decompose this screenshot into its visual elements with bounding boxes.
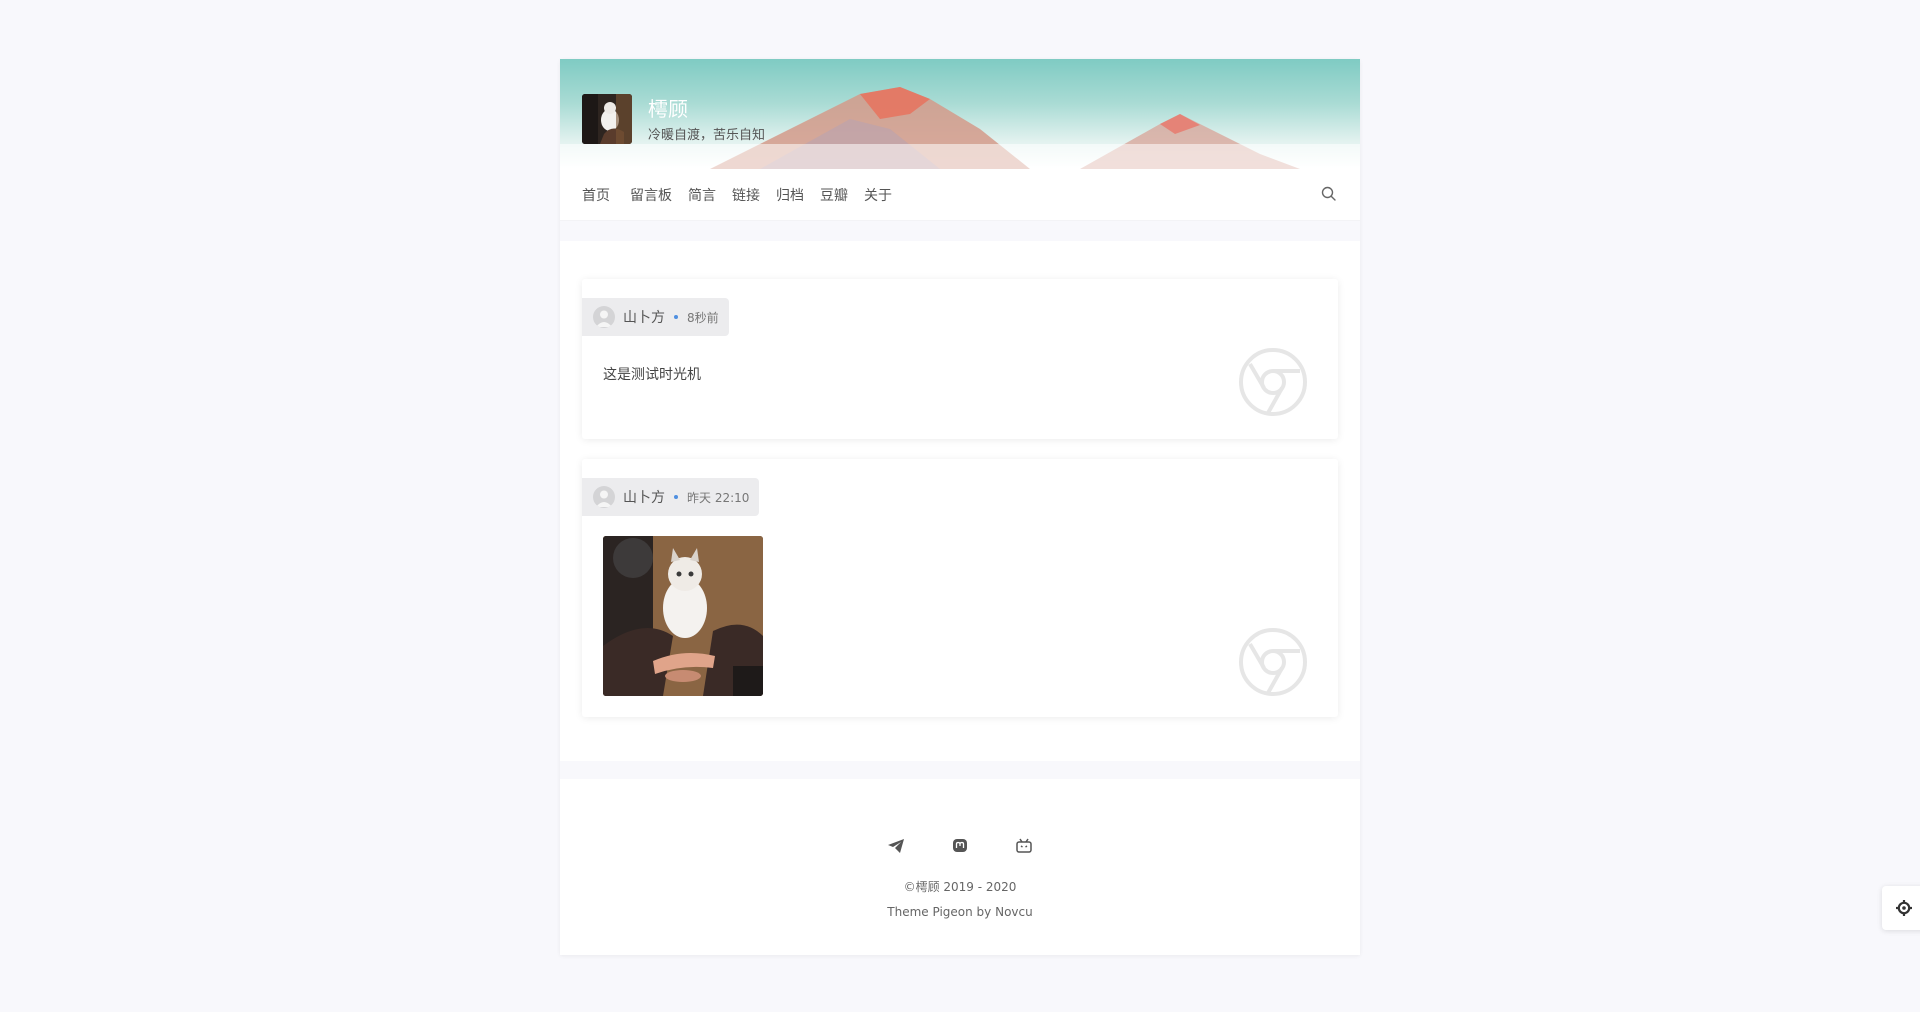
section-divider (560, 221, 1360, 241)
timeline-card: 山卜方 8秒前 这是测试时光机 (582, 279, 1338, 439)
timeline: 山卜方 8秒前 这是测试时光机 山卜方 昨天 22:10 (560, 241, 1360, 739)
gear-icon (1896, 900, 1912, 916)
author-name: 山卜方 (623, 310, 665, 326)
author-avatar (593, 306, 615, 328)
nav-item-about[interactable]: 关于 (864, 185, 892, 205)
post-time: 昨天 22:10 (687, 490, 750, 505)
mastodon-icon[interactable] (951, 837, 969, 855)
post-meta: 山卜方 昨天 22:10 (582, 478, 760, 516)
separator-dot (674, 495, 678, 499)
social-links (560, 837, 1360, 855)
author-avatar (593, 486, 615, 508)
author-name: 山卜方 (623, 490, 665, 506)
bilibili-icon[interactable] (1015, 837, 1033, 855)
site-avatar[interactable] (582, 94, 632, 144)
site-header: 樗顾 冷暖自渡，苦乐自知 (560, 59, 1360, 169)
section-divider (560, 761, 1360, 779)
nav-item-douban[interactable]: 豆瓣 (820, 185, 848, 205)
nav-item-links[interactable]: 链接 (732, 185, 760, 205)
separator-dot (674, 315, 678, 319)
nav-item-archive[interactable]: 归档 (776, 185, 804, 205)
nav-item-guestbook[interactable]: 留言板 (630, 185, 672, 205)
site-subtitle: 冷暖自渡，苦乐自知 (648, 127, 766, 143)
chrome-watermark-icon (1239, 628, 1307, 696)
site-footer: ©樗顾 2019 - 2020 Theme Pigeon by Novcu (560, 779, 1360, 955)
brand[interactable]: 樗顾 冷暖自渡，苦乐自知 (582, 94, 765, 144)
telegram-icon[interactable] (887, 837, 905, 855)
copyright: ©樗顾 2019 - 2020 (903, 880, 1017, 894)
settings-button[interactable] (1882, 886, 1920, 930)
post-image[interactable] (603, 536, 763, 696)
cat-photo-thumbnail (582, 94, 632, 144)
nav-item-notes[interactable]: 简言 (688, 185, 716, 205)
main-nav: 首页 留言板 简言 链接 归档 豆瓣 关于 (560, 169, 1360, 221)
site-title[interactable]: 樗顾 (648, 96, 765, 122)
search-icon[interactable] (1320, 185, 1338, 203)
theme-credit[interactable]: Theme Pigeon by Novcu (560, 900, 1360, 925)
post-text: 这是测试时光机 (603, 367, 701, 383)
post-time: 8秒前 (687, 310, 719, 325)
nav-item-home[interactable]: 首页 (582, 185, 610, 205)
post-meta: 山卜方 8秒前 (582, 298, 729, 336)
main-container: 樗顾 冷暖自渡，苦乐自知 首页 留言板 简言 链接 归档 豆瓣 关于 山卜方 8… (560, 59, 1360, 955)
timeline-card: 山卜方 昨天 22:10 (582, 459, 1338, 717)
chrome-watermark-icon (1239, 348, 1307, 416)
